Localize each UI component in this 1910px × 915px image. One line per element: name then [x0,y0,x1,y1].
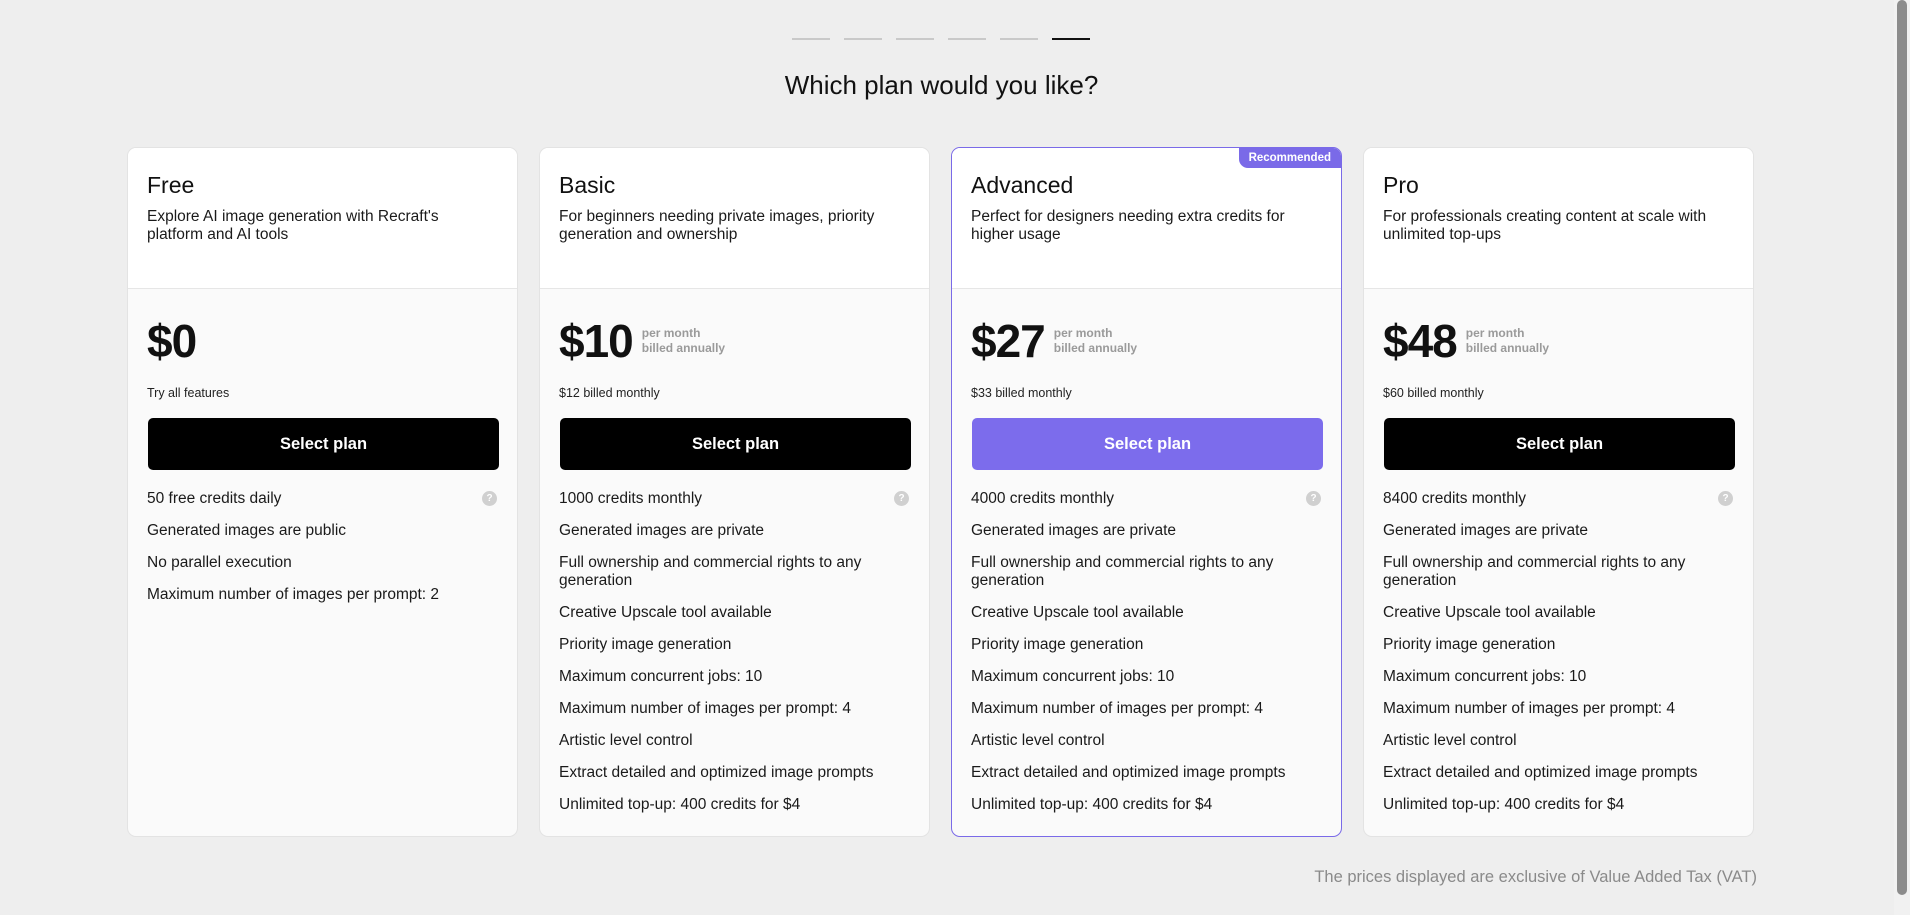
feature-item: Maximum number of images per prompt: 4 [1383,700,1676,717]
plan-header: Advanced Perfect for designers needing e… [952,148,1341,289]
progress-step [844,38,882,40]
feature-item: Artistic level control [559,732,693,749]
plan-description: Perfect for designers needing extra cred… [971,208,1285,243]
select-plan-button-basic[interactable]: Select plan [560,418,911,470]
plan-header: Basic For beginners needing private imag… [540,148,929,289]
feature-item: Generated images are public [147,522,347,539]
feature-item: No parallel execution [147,554,292,571]
feature-item: Extract detailed and optimized image pro… [559,764,874,781]
progress-step-active [1052,38,1090,40]
price-row: $10 per month billed annually [559,316,929,366]
scrollbar-thumb[interactable] [1897,0,1907,895]
feature-item: Creative Upscale tool available [971,604,1184,621]
plan-cards: Free Explore AI image generation with Re… [127,147,1754,837]
plan-subprice: $60 billed monthly [1383,386,1484,400]
plan-price: $27 [971,315,1046,367]
feature-item: Extract detailed and optimized image pro… [971,764,1286,781]
plan-name: Advanced [971,172,1074,198]
plan-subprice: $33 billed monthly [971,386,1072,400]
plan-description: For beginners needing private images, pr… [559,208,875,243]
feature-item: Maximum number of images per prompt: 2 [147,586,440,603]
feature-list: ? 1000 credits monthly Generated images … [540,490,929,814]
feature-item: 1000 credits monthly [559,490,703,507]
price-row: $27 per month billed annually [971,316,1341,366]
progress-step [896,38,934,40]
billed-annually-label: billed annually [641,341,726,355]
per-month-label: per month [1465,326,1525,340]
billed-annually-label: billed annually [1465,341,1550,355]
feature-item: Full ownership and commercial rights to … [559,554,862,589]
feature-item: Creative Upscale tool available [559,604,772,621]
help-icon[interactable]: ? [894,491,909,506]
feature-list: ? 50 free credits daily Generated images… [128,490,517,604]
plan-name: Free [147,172,195,198]
select-plan-button-advanced[interactable]: Select plan [972,418,1323,470]
feature-item: Maximum number of images per prompt: 4 [971,700,1264,717]
feature-item: Artistic level control [971,732,1105,749]
plan-description: For professionals creating content at sc… [1383,208,1707,243]
feature-item: Maximum number of images per prompt: 4 [559,700,852,717]
plan-card-advanced: Recommended Advanced Perfect for designe… [951,147,1342,837]
feature-item: 8400 credits monthly [1383,490,1527,507]
select-plan-button-free[interactable]: Select plan [148,418,499,470]
progress-step [1000,38,1038,40]
recommended-badge: Recommended [1238,148,1341,168]
select-plan-button-pro[interactable]: Select plan [1384,418,1735,470]
progress-step [948,38,986,40]
feature-item: Unlimited top-up: 400 credits for $4 [1383,796,1625,813]
feature-item: Full ownership and commercial rights to … [1383,554,1686,589]
feature-item: Priority image generation [1383,636,1556,653]
progress-step [792,38,830,40]
feature-item: Maximum concurrent jobs: 10 [1383,668,1587,685]
billing-period: per month billed annually [1054,326,1137,356]
feature-item: Generated images are private [971,522,1177,539]
billing-period: per month billed annually [642,326,725,356]
feature-item: Extract detailed and optimized image pro… [1383,764,1698,781]
plan-card-basic: Basic For beginners needing private imag… [539,147,930,837]
help-icon[interactable]: ? [482,491,497,506]
plan-card-free: Free Explore AI image generation with Re… [127,147,518,837]
billed-annually-label: billed annually [1053,341,1138,355]
feature-item: Artistic level control [1383,732,1517,749]
plan-card-pro: Pro For professionals creating content a… [1363,147,1754,837]
feature-item: 50 free credits daily [147,490,282,507]
page-title: Which plan would you like? [784,70,1099,100]
billing-period: per month billed annually [1466,326,1549,356]
feature-item: 4000 credits monthly [971,490,1115,507]
progress-steps [792,38,1090,40]
plan-price: $10 [559,315,634,367]
price-row: $48 per month billed annually [1383,316,1753,366]
feature-item: Full ownership and commercial rights to … [971,554,1274,589]
feature-list: ? 8400 credits monthly Generated images … [1364,490,1753,814]
plan-price: $48 [1383,315,1458,367]
plan-header: Pro For professionals creating content a… [1364,148,1753,289]
help-icon[interactable]: ? [1718,491,1733,506]
per-month-label: per month [641,326,701,340]
plan-subprice: Try all features [147,386,230,400]
scrollbar[interactable] [1894,0,1910,915]
feature-item: Priority image generation [971,636,1144,653]
plan-name: Pro [1383,172,1419,198]
plan-subprice: $12 billed monthly [559,386,660,400]
plan-price: $0 [147,315,197,367]
feature-item: Unlimited top-up: 400 credits for $4 [559,796,801,813]
plan-header: Free Explore AI image generation with Re… [128,148,517,289]
feature-item: Generated images are private [1383,522,1589,539]
plan-description: Explore AI image generation with Recraft… [147,208,439,243]
feature-item: Creative Upscale tool available [1383,604,1596,621]
price-row: $0 [147,316,517,366]
feature-item: Generated images are private [559,522,765,539]
feature-item: Maximum concurrent jobs: 10 [559,668,763,685]
plan-name: Basic [559,172,616,198]
help-icon[interactable]: ? [1306,491,1321,506]
feature-item: Priority image generation [559,636,732,653]
per-month-label: per month [1053,326,1113,340]
feature-item: Unlimited top-up: 400 credits for $4 [971,796,1213,813]
feature-item: Maximum concurrent jobs: 10 [971,668,1175,685]
vat-note: The prices displayed are exclusive of Va… [1314,868,1757,886]
feature-list: ? 4000 credits monthly Generated images … [952,490,1341,814]
